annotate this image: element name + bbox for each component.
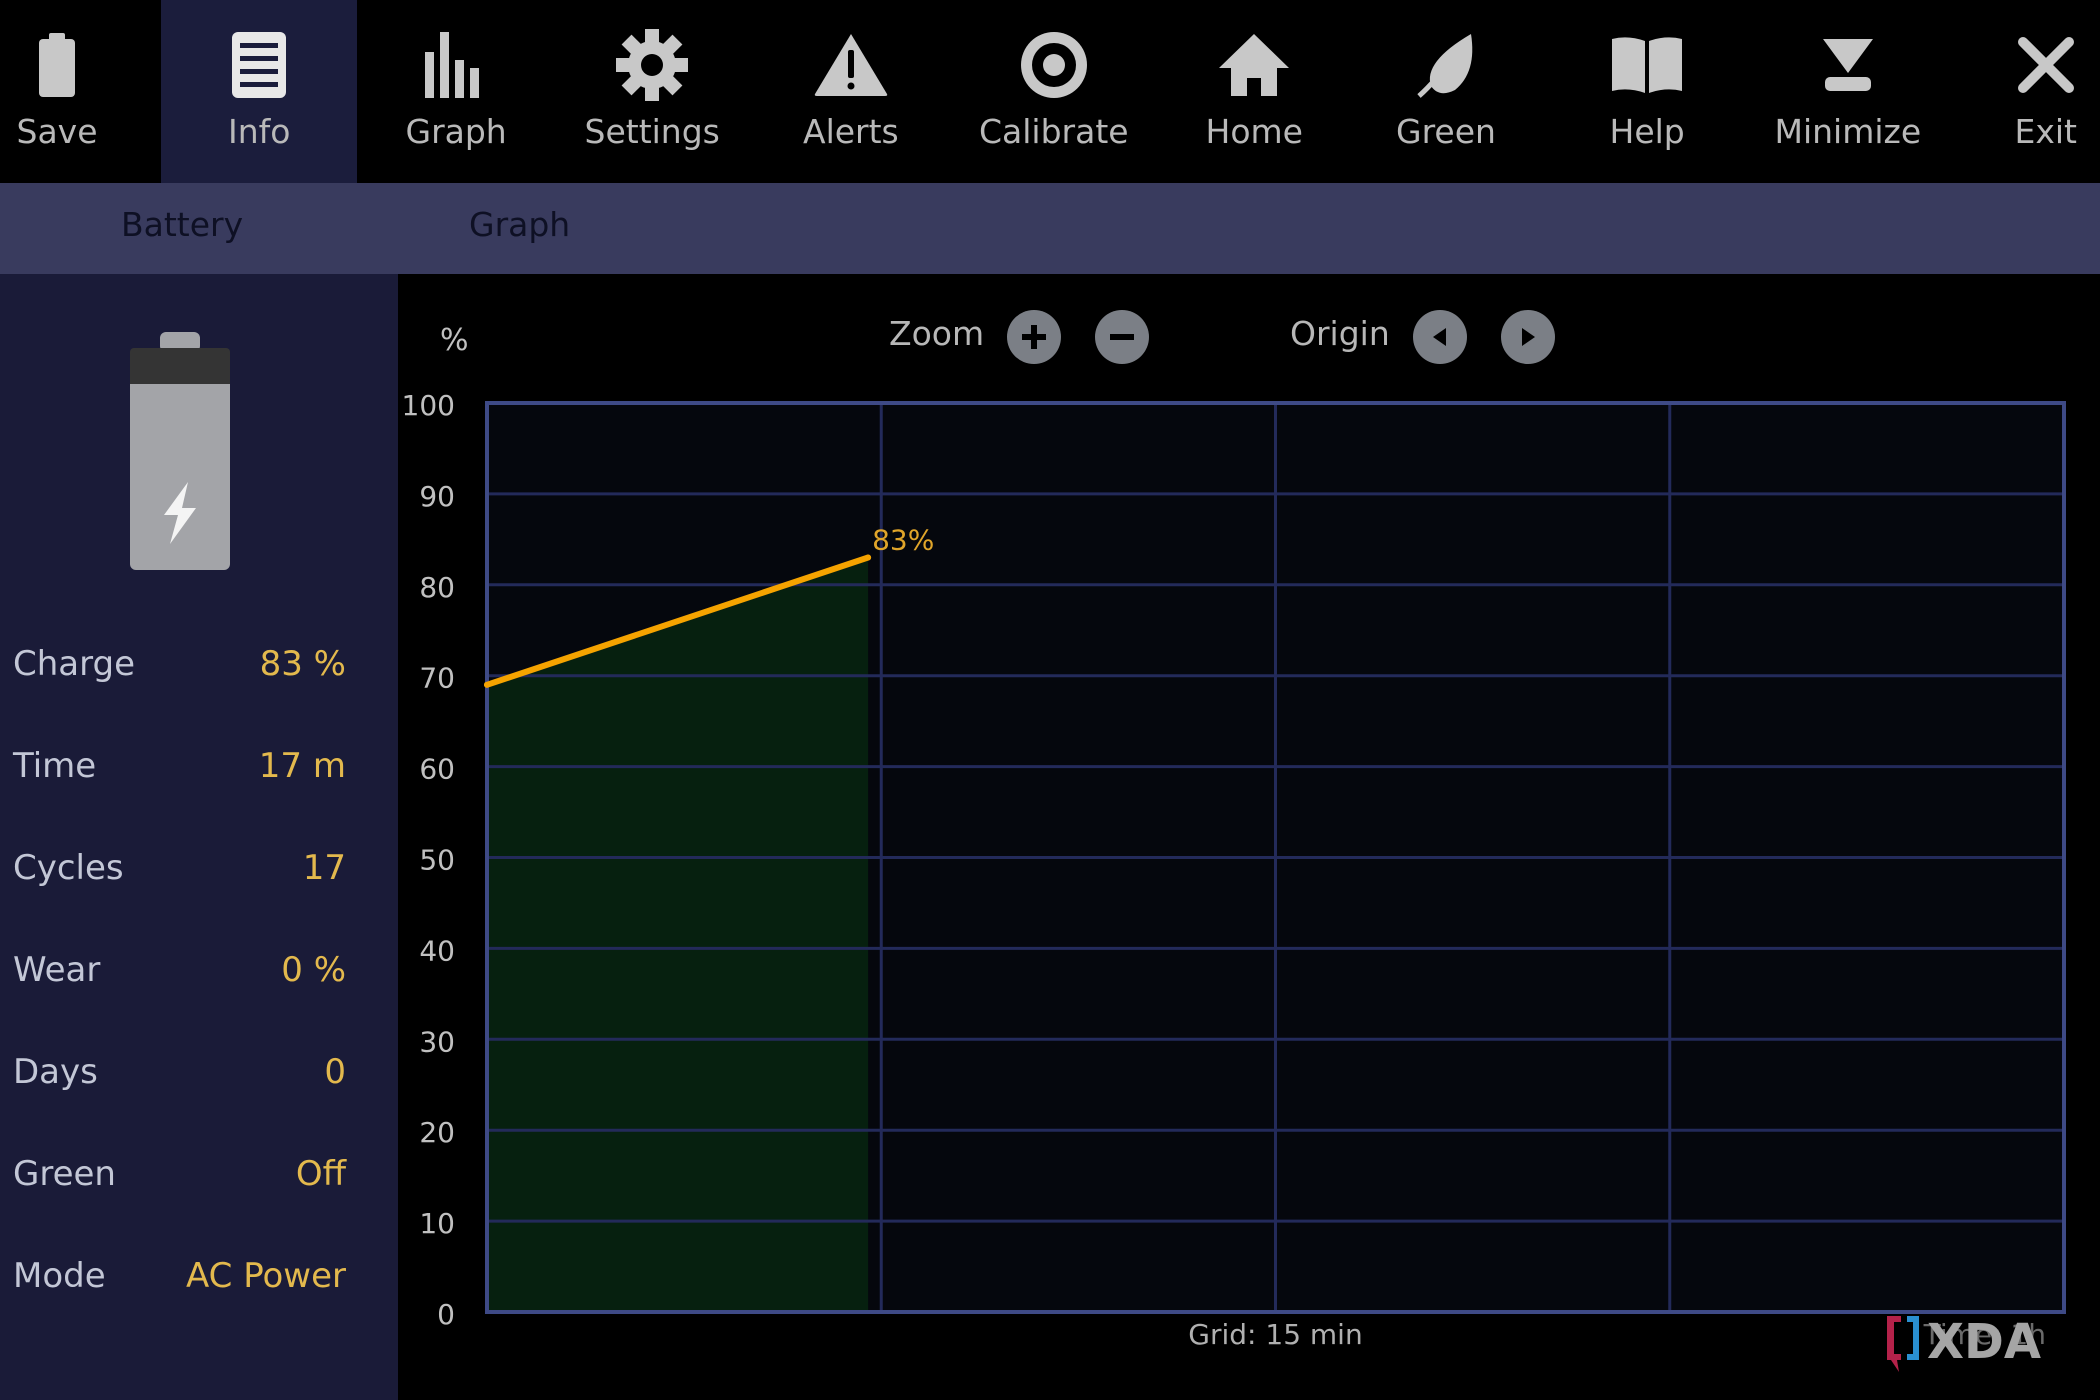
y-tick-label: 80 [419,571,455,604]
stat-label: Green [13,1154,116,1194]
minimize-icon [1803,20,1893,110]
toolbar-help-button[interactable]: Help [1549,0,1745,183]
battery-charging-icon [130,332,230,570]
graph-panel: Zoom Origin 0 10 20 30 40 50 60 70 80 90 100 83%% Gr… [398,274,2100,1400]
xda-watermark: XDA [1885,1314,2065,1372]
toolbar-settings-button[interactable]: Settings [554,0,750,183]
stat-row-wear: Wear 0 % [0,950,398,1000]
toolbar-save-button[interactable]: Save [0,0,114,183]
charge-area-fill [487,557,869,1312]
toolbar-minimize-button[interactable]: Minimize [1750,0,1946,183]
book-icon [1602,20,1692,110]
y-tick-label: 60 [419,753,455,786]
sub-tab-bar: Battery Graph [0,183,2100,274]
stat-label: Time [13,746,97,786]
stat-row-cycles: Cycles 17 [0,848,398,898]
bar-chart-icon [411,20,501,110]
stat-label: Mode [13,1256,106,1296]
y-tick-label: 20 [419,1116,455,1149]
stat-value: 83 % [259,644,346,684]
tab-graph[interactable]: Graph [469,205,570,244]
y-tick-label: 70 [419,662,455,695]
charge-data-point [865,554,872,561]
stat-value: AC Power [185,1256,346,1296]
svg-text:XDA: XDA [1927,1314,2041,1370]
toolbar-label: Settings [584,112,720,151]
stat-label: Days [13,1052,98,1092]
toolbar-graph-button[interactable]: Graph [358,0,554,183]
xda-logo-icon: XDA [1887,1314,2041,1372]
toolbar-label: Save [16,112,98,151]
toolbar-exit-button[interactable]: Exit [1992,0,2100,183]
gear-icon [607,20,697,110]
target-icon [1009,20,1099,110]
document-list-icon [214,20,304,110]
toolbar-label: Exit [2014,112,2078,151]
stat-row-time: Time 17 m [0,746,398,796]
stat-row-days: Days 0 [0,1052,398,1102]
charge-chart: 010203040506070809010083%%Grid: 15 min Ti… [402,323,2066,1351]
stat-value: 0 % [281,950,346,990]
toolbar-label: Home [1205,112,1303,151]
toolbar-label: Alerts [803,112,899,151]
y-tick-label: 90 [419,480,455,513]
toolbar-green-button[interactable]: Green [1348,0,1544,183]
stat-row-green: Green Off [0,1154,398,1204]
toolbar-label: Calibrate [979,112,1129,151]
toolbar-label: Info [228,112,291,151]
grid-interval-label: Grid: 15 min [1188,1318,1362,1351]
close-icon [2001,20,2091,110]
battery-info-panel: Charge 83 % Time 17 m Cycles 17 Wear 0 % Days 0 Gr… [0,274,398,1400]
y-tick-label: 10 [419,1207,455,1240]
stat-label: Wear [13,950,101,990]
toolbar-alerts-button[interactable]: Alerts [753,0,949,183]
stat-row-mode: Mode AC Power [0,1256,398,1306]
toolbar-home-button[interactable]: Home [1156,0,1352,183]
stat-value: 17 [302,848,346,888]
y-tick-label: 50 [419,844,455,877]
warning-icon [806,20,896,110]
toolbar-label: Minimize [1774,112,1922,151]
home-icon [1209,20,1299,110]
toolbar-info-button[interactable]: Info [161,0,357,183]
stat-label: Charge [13,644,136,684]
toolbar-label: Green [1396,112,1496,151]
stat-value: 17 m [258,746,346,786]
stat-label: Cycles [13,848,124,888]
y-axis-label: % [440,323,469,358]
y-tick-label: 0 [437,1298,455,1331]
y-tick-label: 30 [419,1025,455,1058]
stat-row-charge: Charge 83 % [0,644,398,694]
charge-data-point [484,681,490,688]
charge-annotation: 83% [872,524,934,557]
y-tick-label: 40 [419,934,455,967]
tab-battery[interactable]: Battery [121,205,243,244]
stat-value: 0 [324,1052,346,1092]
y-tick-label: 100 [402,389,455,422]
battery-icon [12,20,102,110]
toolbar-calibrate-button[interactable]: Calibrate [956,0,1152,183]
toolbar: Save Info Graph Settings Alerts Calibrate Home… [0,0,2100,183]
leaf-icon [1401,20,1491,110]
toolbar-label: Help [1609,112,1685,151]
stat-value: Off [295,1154,346,1194]
toolbar-label: Graph [405,112,507,151]
